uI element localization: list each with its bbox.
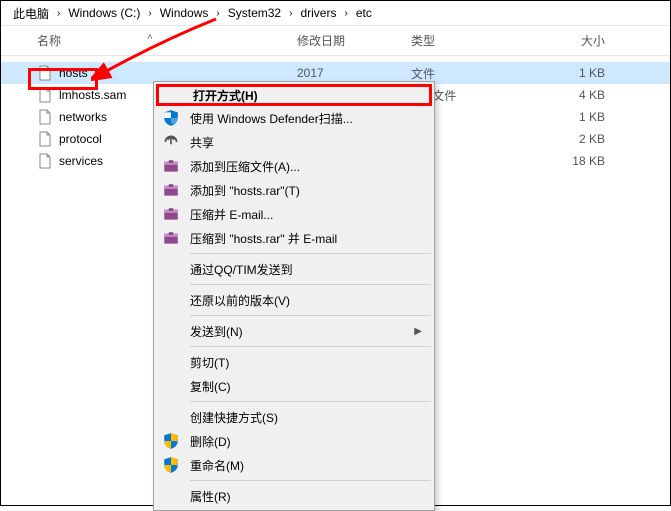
crumb-system32[interactable]: System32	[224, 6, 285, 20]
menu-restore-previous[interactable]: 还原以前的版本(V)	[156, 288, 432, 312]
context-menu: 打开方式(H) 使用 Windows Defender扫描... 共享 添加到压…	[153, 81, 435, 511]
shield-uac-icon	[162, 456, 180, 474]
file-name: hosts	[59, 66, 297, 80]
file-date: 2017	[297, 66, 411, 80]
header-date[interactable]: 修改日期	[297, 32, 411, 49]
menu-cut[interactable]: 剪切(T)	[156, 350, 432, 374]
chevron-right-icon: ›	[53, 8, 64, 19]
chevron-right-icon: ›	[285, 8, 296, 19]
menu-defender-scan[interactable]: 使用 Windows Defender扫描...	[156, 106, 432, 130]
menu-send-to[interactable]: 发送到(N)▶	[156, 319, 432, 343]
crumb-windows[interactable]: Windows	[156, 6, 213, 20]
file-icon	[37, 87, 53, 103]
menu-separator	[190, 284, 431, 285]
breadcrumb[interactable]: 此电脑› Windows (C:)› Windows› System32› dr…	[1, 1, 670, 25]
menu-copy[interactable]: 复制(C)	[156, 374, 432, 398]
winrar-icon	[162, 229, 180, 247]
file-size: 18 KB	[535, 154, 625, 168]
menu-properties[interactable]: 属性(R)	[156, 484, 432, 508]
crumb-c[interactable]: Windows (C:)	[64, 6, 144, 20]
menu-rename[interactable]: 重命名(M)	[156, 453, 432, 477]
menu-send-qq[interactable]: 通过QQ/TIM发送到	[156, 257, 432, 281]
chevron-right-icon: ›	[144, 8, 155, 19]
menu-create-shortcut[interactable]: 创建快捷方式(S)	[156, 405, 432, 429]
menu-compress-rar-email[interactable]: 压缩到 "hosts.rar" 并 E-mail	[156, 226, 432, 250]
menu-separator	[190, 480, 431, 481]
header-size[interactable]: 大小	[535, 32, 625, 49]
winrar-icon	[162, 181, 180, 199]
file-icon	[37, 65, 53, 81]
crumb-pc[interactable]: 此电脑	[9, 5, 53, 22]
crumb-etc[interactable]: etc	[352, 6, 376, 20]
file-size: 1 KB	[535, 110, 625, 124]
file-icon	[37, 153, 53, 169]
chevron-right-icon: ›	[212, 8, 223, 19]
share-icon	[162, 133, 180, 151]
file-icon	[37, 109, 53, 125]
file-type: 文件	[411, 65, 535, 82]
header-name[interactable]: 名称˄	[37, 32, 297, 49]
menu-separator	[190, 401, 431, 402]
chevron-right-icon: ›	[340, 8, 351, 19]
shield-icon	[162, 109, 180, 127]
shield-uac-icon	[162, 432, 180, 450]
column-headers: 名称˄ 修改日期 类型 大小	[1, 26, 670, 56]
menu-add-to-archive[interactable]: 添加到压缩文件(A)...	[156, 154, 432, 178]
menu-share[interactable]: 共享	[156, 130, 432, 154]
file-size: 1 KB	[535, 66, 625, 80]
crumb-drivers[interactable]: drivers	[296, 6, 340, 20]
sort-asc-icon: ˄	[147, 32, 153, 43]
header-type[interactable]: 类型	[411, 32, 535, 49]
menu-add-to-hosts-rar[interactable]: 添加到 "hosts.rar"(T)	[156, 178, 432, 202]
menu-separator	[190, 315, 431, 316]
menu-separator	[190, 253, 431, 254]
menu-separator	[190, 346, 431, 347]
menu-open-with[interactable]: 打开方式(H)	[156, 84, 432, 106]
winrar-icon	[162, 205, 180, 223]
file-icon	[37, 131, 53, 147]
menu-compress-email[interactable]: 压缩并 E-mail...	[156, 202, 432, 226]
chevron-right-icon: ▶	[414, 326, 422, 337]
file-size: 4 KB	[535, 88, 625, 102]
file-size: 2 KB	[535, 132, 625, 146]
menu-delete[interactable]: 删除(D)	[156, 429, 432, 453]
winrar-icon	[162, 157, 180, 175]
